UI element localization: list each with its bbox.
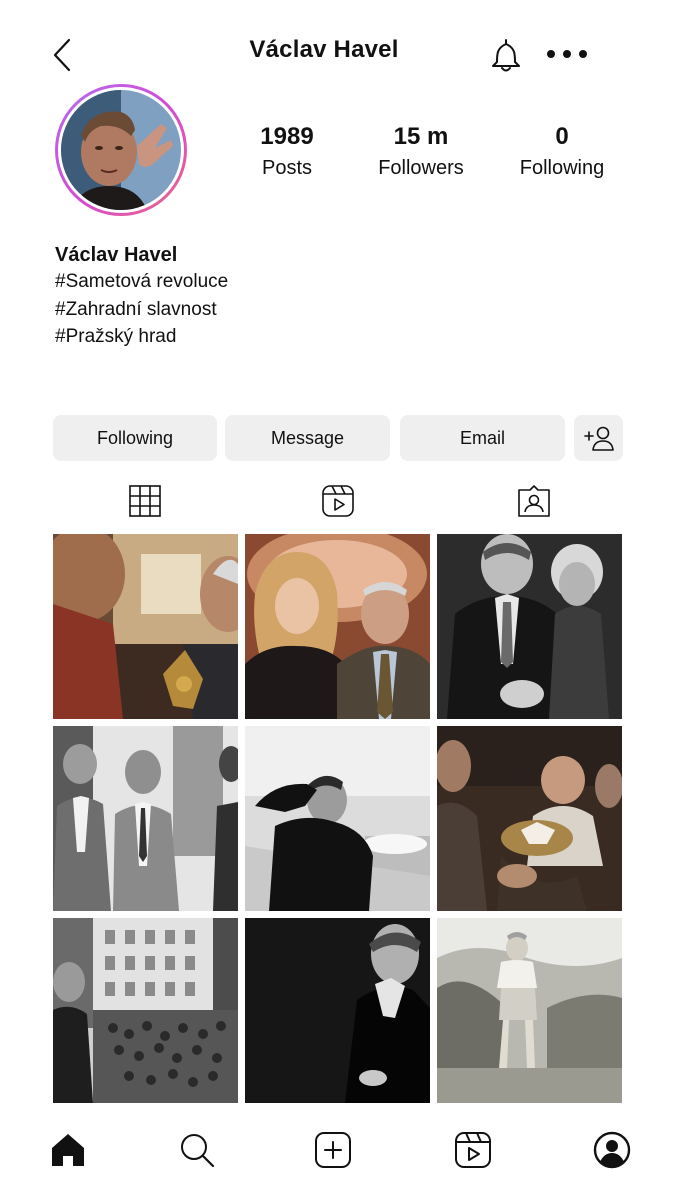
following-label: Following bbox=[519, 157, 605, 179]
profile-icon bbox=[593, 1131, 631, 1169]
nav-search[interactable] bbox=[177, 1130, 217, 1170]
profile-page: Václav Havel 1989 Posts 15 m Followers 0… bbox=[0, 0, 675, 1200]
bio: Václav Havel #Sametová revoluce #Zahradn… bbox=[55, 242, 615, 351]
home-icon bbox=[52, 1134, 84, 1166]
bio-hashtag[interactable]: #Zahradní slavnost bbox=[55, 296, 615, 324]
post-thumbnail[interactable] bbox=[53, 726, 238, 911]
email-button[interactable]: Email bbox=[400, 415, 565, 461]
stat-followers[interactable]: 15 m Followers bbox=[351, 122, 491, 182]
notifications-button[interactable] bbox=[488, 36, 524, 74]
reels-icon bbox=[322, 485, 354, 517]
stat-posts[interactable]: 1989 Posts bbox=[217, 122, 357, 182]
tab-tagged[interactable] bbox=[516, 483, 552, 519]
following-button[interactable]: Following bbox=[53, 415, 217, 461]
posts-label: Posts bbox=[261, 157, 313, 179]
nav-home[interactable] bbox=[48, 1130, 88, 1170]
search-icon bbox=[181, 1134, 215, 1168]
reels-icon bbox=[455, 1132, 491, 1168]
post-thumbnail[interactable] bbox=[245, 726, 430, 911]
avatar bbox=[61, 90, 181, 210]
more-horizontal-icon bbox=[547, 50, 587, 58]
bio-hashtag[interactable]: #Pražský hrad bbox=[55, 323, 615, 351]
grid-icon bbox=[129, 485, 161, 517]
post-thumbnail[interactable] bbox=[437, 918, 622, 1103]
posts-count: 1989 bbox=[260, 123, 314, 150]
following-count: 0 bbox=[555, 123, 569, 150]
post-thumbnail[interactable] bbox=[437, 726, 622, 911]
nav-reels[interactable] bbox=[453, 1130, 493, 1170]
top-bar: Václav Havel bbox=[0, 0, 675, 100]
nav-profile[interactable] bbox=[592, 1130, 632, 1170]
profile-name: Václav Havel bbox=[55, 244, 178, 266]
post-thumbnail[interactable] bbox=[53, 918, 238, 1103]
post-thumbnail[interactable] bbox=[245, 534, 430, 719]
tagged-icon bbox=[518, 485, 550, 517]
followers-label: Followers bbox=[378, 157, 464, 179]
message-button[interactable]: Message bbox=[225, 415, 390, 461]
more-options-button[interactable] bbox=[542, 40, 592, 68]
nav-create[interactable] bbox=[313, 1130, 353, 1170]
add-user-button[interactable] bbox=[574, 415, 623, 461]
add-user-icon bbox=[583, 426, 614, 451]
tab-grid[interactable] bbox=[127, 483, 163, 519]
post-thumbnail[interactable] bbox=[53, 534, 238, 719]
bio-hashtag[interactable]: #Sametová revoluce bbox=[55, 268, 615, 296]
post-thumbnail[interactable] bbox=[437, 534, 622, 719]
tab-reels[interactable] bbox=[320, 483, 356, 519]
bell-icon bbox=[492, 39, 520, 72]
post-thumbnail[interactable] bbox=[245, 918, 430, 1103]
avatar-story-ring[interactable] bbox=[55, 84, 187, 216]
stat-following[interactable]: 0 Following bbox=[492, 122, 632, 182]
create-icon bbox=[315, 1132, 351, 1168]
followers-count: 15 m bbox=[393, 123, 449, 150]
